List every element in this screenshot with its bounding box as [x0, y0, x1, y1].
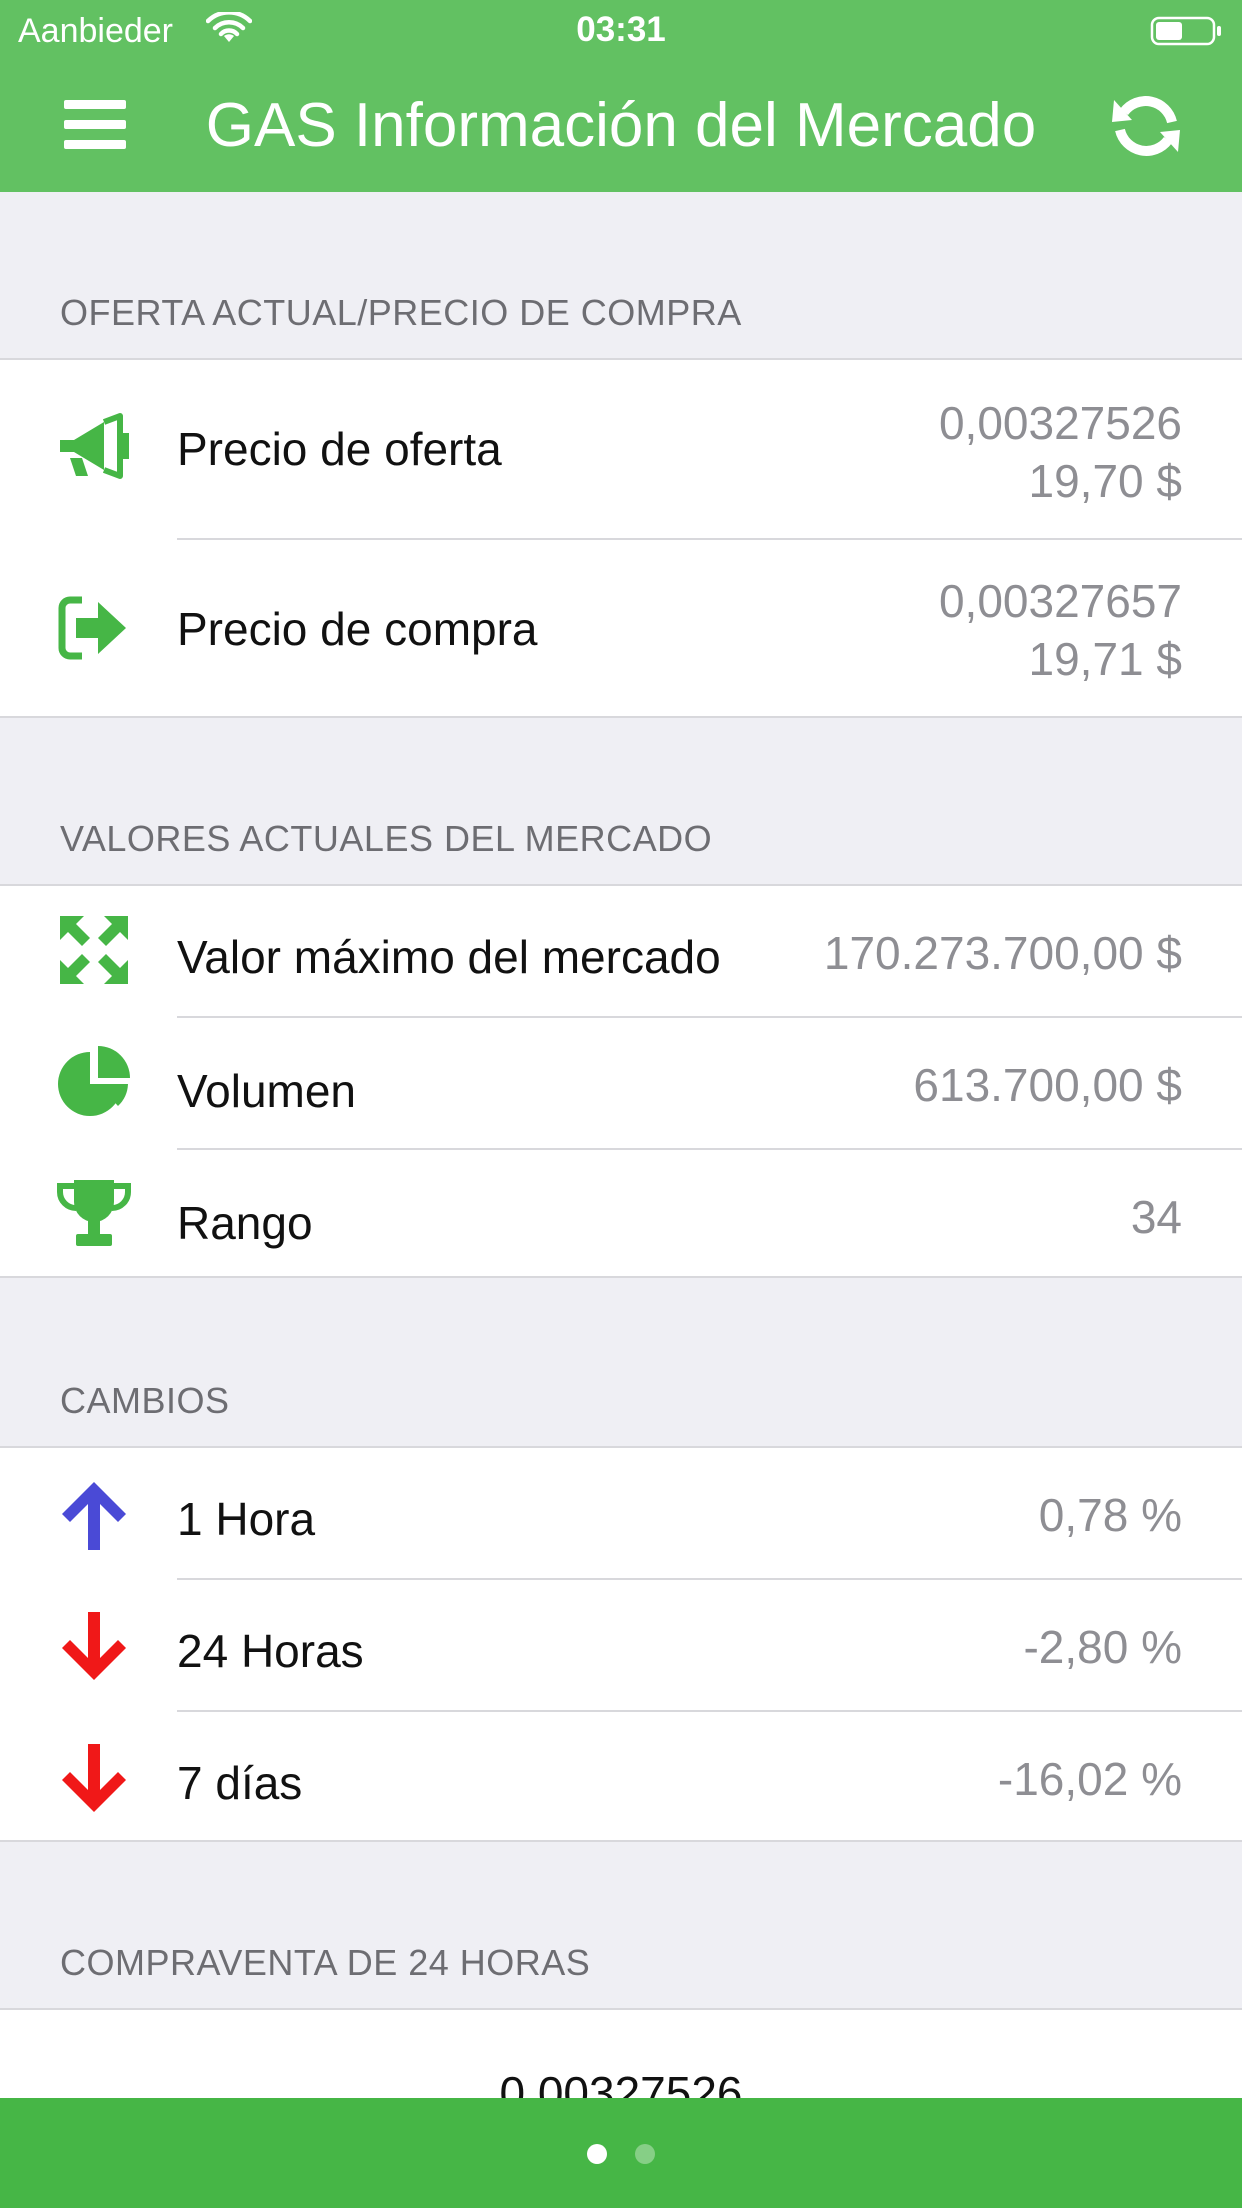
row-volumen[interactable]: Volumen 613.700,00 $: [0, 1018, 1242, 1150]
row-value: 170.273.700,00 $: [823, 927, 1182, 979]
offer-group: Precio de oferta 0,00327526 19,70 $ Prec…: [0, 358, 1242, 718]
expand-arrows-icon: [60, 916, 128, 984]
page-dot-active[interactable]: [587, 2144, 607, 2164]
price-value: 0,00327657: [938, 575, 1182, 627]
row-rango[interactable]: Rango 34: [0, 1150, 1242, 1278]
row-value: -16,02 %: [997, 1753, 1182, 1805]
refresh-icon[interactable]: [1110, 90, 1182, 162]
row-value: 0,00327526 19,70 $: [939, 394, 1182, 510]
row-1-hora[interactable]: 1 Hora 0,78 %: [0, 1448, 1242, 1580]
arrow-down-icon: [62, 1612, 126, 1680]
section-header-changes: CAMBIOS: [60, 1380, 230, 1421]
market-group: Valor máximo del mercado 170.273.700,00 …: [0, 884, 1242, 1278]
row-precio-compra[interactable]: Precio de compra 0,00327657 19,71 $: [0, 540, 1242, 718]
sign-in-icon: [58, 596, 126, 660]
pie-chart-icon: [58, 1046, 130, 1116]
row-24-horas[interactable]: 24 Horas -2,80 %: [0, 1580, 1242, 1712]
page-dot-inactive[interactable]: [635, 2144, 655, 2164]
section-header-offer: OFERTA ACTUAL/PRECIO DE COMPRA: [60, 292, 742, 333]
arrow-down-icon: [62, 1744, 126, 1812]
market-info-content[interactable]: OFERTA ACTUAL/PRECIO DE COMPRA Precio de…: [0, 192, 1242, 2098]
usd-value: 19,71 $: [1028, 633, 1182, 685]
megaphone-icon: [60, 413, 129, 479]
row-value: 34: [1130, 1191, 1182, 1243]
row-label: 1 Hora: [177, 1493, 316, 1545]
trading-group: 0,00327526: [0, 2008, 1242, 2098]
page-title: GAS Información del Mercado: [205, 91, 1037, 160]
row-value: 613.700,00 $: [913, 1059, 1182, 1111]
usd-value: 19,70 $: [1028, 455, 1182, 507]
section-header-market: VALORES ACTUALES DEL MERCADO: [60, 818, 713, 859]
row-value: 0,00327657 19,71 $: [939, 572, 1182, 688]
row-valor-maximo[interactable]: Valor máximo del mercado 170.273.700,00 …: [0, 886, 1242, 1018]
trading-partial-value: 0,00327526: [499, 2067, 743, 2098]
status-bar: Aanbieder 03:31: [0, 0, 1242, 62]
row-value: -2,80 %: [1023, 1621, 1182, 1673]
row-label: Rango: [177, 1197, 313, 1249]
section-header-trading: COMPRAVENTA DE 24 HORAS: [60, 1942, 591, 1983]
arrow-up-icon: [62, 1482, 126, 1550]
changes-group: 1 Hora 0,78 % 24 Horas -2,80 % 7 días -1…: [0, 1446, 1242, 1842]
nav-bar: GAS Información del Mercado: [0, 62, 1242, 192]
row-label: Precio de oferta: [177, 423, 502, 475]
row-label: Valor máximo del mercado: [177, 931, 721, 983]
page-indicator-bar: [0, 2098, 1242, 2208]
row-label: 7 días: [177, 1757, 303, 1809]
row-precio-oferta[interactable]: Precio de oferta 0,00327526 19,70 $: [0, 360, 1242, 540]
trophy-icon: [57, 1180, 131, 1246]
row-value: 0,78 %: [1038, 1489, 1182, 1541]
row-7-dias[interactable]: 7 días -16,02 %: [0, 1712, 1242, 1842]
hamburger-menu-icon[interactable]: [60, 92, 130, 156]
clock: 03:31: [576, 10, 666, 49]
row-label: Volumen: [177, 1065, 357, 1117]
price-value: 0,00327526: [938, 397, 1182, 449]
row-label: 24 Horas: [177, 1625, 364, 1677]
battery-icon: [1150, 16, 1221, 46]
row-label: Precio de compra: [177, 603, 538, 655]
